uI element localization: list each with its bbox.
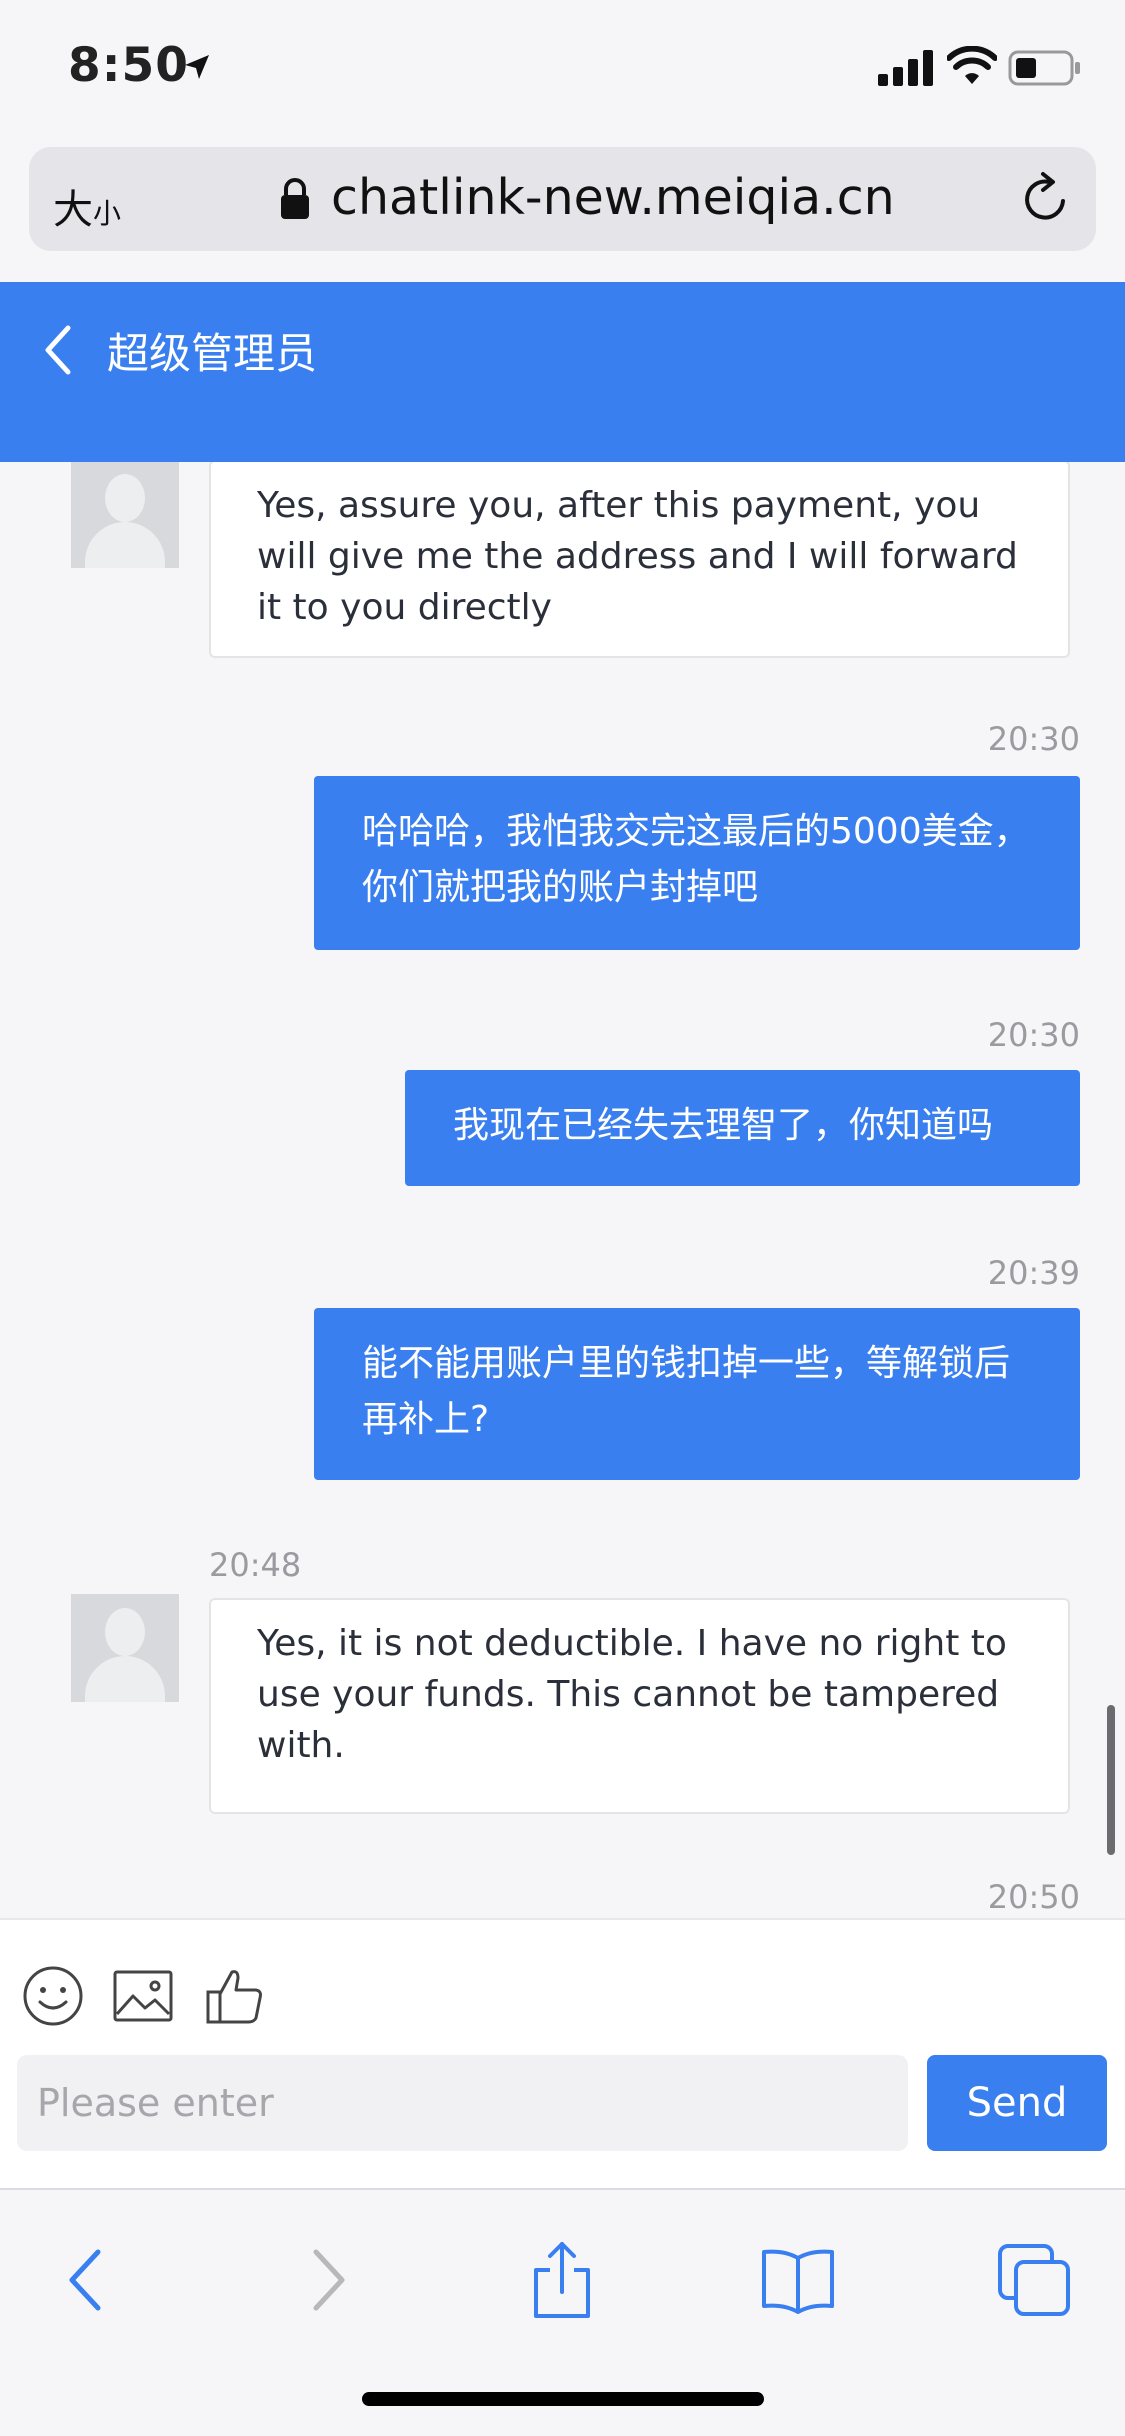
back-icon[interactable]	[46, 2240, 126, 2320]
chat-title: 超级管理员	[107, 329, 318, 378]
address-bar[interactable]: 大小 chatlink-new.meiqia.cn	[29, 147, 1096, 251]
agent-message: Yes, assure you, after this payment, you…	[209, 462, 1070, 658]
share-icon[interactable]	[522, 2240, 602, 2320]
tabs-icon[interactable]	[994, 2240, 1074, 2320]
composer: Send	[0, 1918, 1125, 2188]
status-bar: 8:50	[0, 0, 1125, 138]
agent-avatar	[71, 1594, 179, 1702]
forward-icon	[313, 2249, 345, 2311]
user-message: 能不能用账户里的钱扣掉一些，等解锁后再补上?	[314, 1308, 1080, 1480]
reload-icon[interactable]	[1019, 171, 1073, 227]
user-message: 哈哈哈，我怕我交完这最后的5000美金，你们就把我的账户封掉吧	[314, 776, 1080, 950]
user-message: 我现在已经失去理智了，你知道吗	[405, 1070, 1080, 1186]
message-time: 20:30	[987, 1016, 1080, 1054]
status-time: 8:50	[68, 38, 189, 93]
home-indicator[interactable]	[362, 2392, 764, 2406]
chat-header: 超级管理员	[0, 282, 1125, 462]
url-text[interactable]: chatlink-new.meiqia.cn	[331, 169, 895, 226]
location-arrow-icon	[185, 55, 209, 79]
wifi-icon	[947, 46, 997, 84]
thumbs-up-icon[interactable]	[202, 1964, 266, 2028]
signal-icon	[878, 50, 933, 86]
message-time: 20:30	[987, 720, 1080, 758]
agent-message: Yes, it is not deductible. I have no rig…	[209, 1598, 1070, 1814]
image-icon[interactable]	[111, 1964, 175, 2028]
lock-icon	[281, 178, 309, 219]
message-scrollbar[interactable]	[1107, 1705, 1115, 1855]
text-size-button[interactable]: 大小	[53, 177, 121, 235]
bookmarks-icon[interactable]	[758, 2240, 838, 2320]
message-time: 20:39	[987, 1254, 1080, 1292]
message-input[interactable]	[17, 2055, 908, 2151]
battery-icon	[1008, 50, 1080, 86]
emoji-icon[interactable]	[21, 1964, 85, 2028]
message-time: 20:48	[209, 1546, 302, 1584]
back-chevron-icon[interactable]	[40, 322, 76, 378]
message-list[interactable]: Yes, assure you, after this payment, you…	[0, 462, 1125, 1918]
agent-avatar	[71, 462, 179, 568]
send-button[interactable]: Send	[927, 2055, 1107, 2151]
message-time: 20:50	[987, 1878, 1080, 1916]
